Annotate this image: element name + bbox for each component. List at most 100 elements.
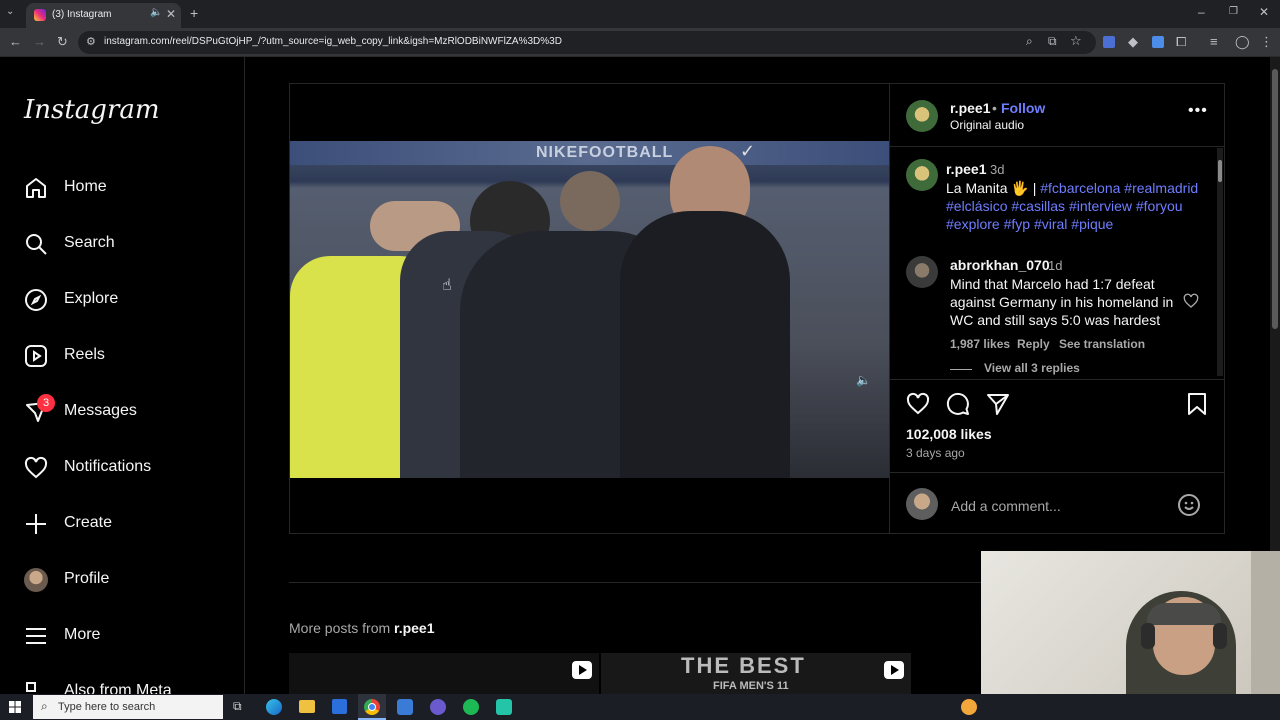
reload-icon[interactable]: ↻ — [57, 34, 68, 50]
extensions-puzzle-icon[interactable]: ⧠ — [1176, 34, 1186, 50]
comments-scroll-thumb[interactable] — [1218, 160, 1222, 182]
like-icon[interactable] — [906, 392, 930, 416]
author-username[interactable]: r.pee1 — [950, 100, 990, 116]
new-tab-icon[interactable]: + — [190, 5, 198, 21]
sidebar-item-search[interactable]: Search — [24, 224, 224, 264]
comment-text: Mind that Marcelo had 1:7 defeat against… — [950, 276, 1174, 328]
file-explorer-icon[interactable] — [299, 700, 315, 713]
follow-button[interactable]: Follow — [1001, 100, 1045, 116]
store-icon[interactable] — [332, 699, 347, 714]
browser-menu-icon[interactable]: ⋮ — [1260, 34, 1273, 50]
caption-avatar[interactable] — [906, 159, 938, 191]
sidebar-item-create[interactable]: Create — [24, 504, 224, 544]
add-comment-input[interactable]: Add a comment... — [951, 498, 1061, 514]
forward-icon[interactable]: → — [33, 34, 46, 49]
tab-title: (3) Instagram — [52, 9, 112, 20]
taskbar-search[interactable]: ⌕ Type here to search — [33, 695, 223, 719]
restore-icon[interactable]: ❐ — [1229, 6, 1238, 17]
browser-tab-bar: ⌄ (3) Instagram 🔈 ✕ + – ❐ ✕ — [0, 0, 1280, 28]
thumbnail-post[interactable] — [289, 653, 599, 694]
reading-list-icon[interactable]: ≡ — [1210, 34, 1218, 49]
site-info-icon[interactable]: ⚙ — [86, 35, 96, 48]
tab-close-icon[interactable]: ✕ — [166, 7, 176, 21]
reel-video[interactable]: NIKEFOOTBALL ✓ 🔈 ☝ — [290, 84, 889, 533]
app-icon[interactable] — [430, 699, 446, 715]
tab-search-icon[interactable]: ⌄ — [6, 6, 14, 17]
install-icon[interactable]: ⧉ — [1048, 34, 1057, 49]
swoosh-icon: ✓ — [740, 141, 756, 161]
likes-count[interactable]: 102,008 likes — [906, 426, 992, 442]
edge-icon[interactable] — [266, 699, 282, 715]
headset-icon — [1213, 623, 1227, 649]
sidebar-item-profile[interactable]: Profile — [24, 560, 224, 600]
emoji-icon[interactable] — [1177, 493, 1201, 517]
post-details-panel: r.pee1 • Follow Original audio ••• r.pee… — [889, 84, 1224, 533]
instagram-logo[interactable]: Instagram — [24, 95, 160, 125]
more-options-icon[interactable]: ••• — [1188, 102, 1208, 120]
banner-text: NIKEFOOTBALL — [536, 144, 674, 161]
tab-audio-icon[interactable]: 🔈 — [150, 7, 162, 18]
thumbnail-title: THE BEST — [681, 653, 806, 678]
sidebar-item-label: Reels — [64, 346, 105, 363]
replies-line — [950, 369, 972, 370]
caption-hashtags[interactable]: #elclásico #casillas #interview #foryou — [946, 198, 1183, 214]
bookmark-star-icon[interactable]: ☆ — [1070, 33, 1082, 49]
view-replies-button[interactable]: View all 3 replies — [984, 361, 1080, 375]
profile-icon[interactable]: ◯ — [1235, 34, 1250, 50]
windows-start-icon[interactable] — [9, 701, 21, 713]
comments-scroll-area[interactable]: r.pee1 3d La Manita 🖐 | #fcbarcelona #re… — [890, 147, 1224, 379]
caption-hashtags[interactable]: #explore #fyp #viral #pique — [946, 216, 1113, 232]
sidebar-item-label: Explore — [64, 290, 119, 307]
address-bar[interactable]: ⚙ instagram.com/reel/DSPuGtOjHP_/?utm_so… — [78, 31, 1096, 54]
caption-username[interactable]: r.pee1 — [946, 161, 986, 177]
heart-icon — [24, 456, 48, 479]
sidebar-item-more[interactable]: More — [24, 616, 224, 656]
sidebar-item-also-from-meta[interactable]: Also from Meta — [24, 672, 224, 694]
sidebar-item-reels[interactable]: Reels — [24, 336, 224, 376]
video-frame: NIKEFOOTBALL ✓ 🔈 — [290, 141, 889, 478]
chrome-taskbar-button[interactable] — [358, 694, 386, 720]
person-cap — [1147, 603, 1221, 625]
reply-button[interactable]: Reply — [1017, 337, 1050, 351]
extension-diamond-icon[interactable]: ◆ — [1128, 34, 1138, 50]
page-scroll-thumb[interactable] — [1272, 69, 1278, 329]
back-icon[interactable]: ← — [9, 34, 22, 49]
menu-icon — [26, 628, 46, 644]
extension-translate-icon[interactable] — [1103, 36, 1115, 48]
thumbnail-post[interactable]: THE BEST FIFA MEN'S 11 — [601, 653, 911, 694]
sidebar-item-label: Profile — [64, 570, 110, 587]
mail-icon[interactable] — [397, 699, 413, 715]
person-figure — [620, 211, 790, 478]
comments-scrollbar[interactable] — [1217, 148, 1223, 376]
window-close-icon[interactable]: ✕ — [1259, 5, 1269, 19]
volume-icon[interactable]: 🔈 — [856, 373, 871, 387]
task-view-icon[interactable]: ⧉ — [233, 699, 242, 714]
share-icon[interactable] — [986, 392, 1010, 416]
comment-username[interactable]: abrorkhan_070 — [950, 257, 1050, 273]
spotify-icon[interactable] — [463, 699, 479, 715]
audio-label[interactable]: Original audio — [950, 118, 1024, 132]
comment-like-icon[interactable] — [1183, 293, 1199, 309]
weather-icon[interactable] — [961, 699, 977, 715]
comment-likes[interactable]: 1,987 likes — [950, 337, 1010, 351]
more-posts-user[interactable]: r.pee1 — [394, 620, 434, 636]
avatar — [24, 568, 48, 592]
extension-blue-icon[interactable] — [1152, 36, 1164, 48]
divider — [890, 472, 1224, 473]
sidebar-item-notifications[interactable]: Notifications — [24, 448, 224, 488]
browser-tab[interactable]: (3) Instagram 🔈 ✕ — [26, 3, 181, 28]
caption-hashtags[interactable]: #fcbarcelona #realmadrid — [1040, 180, 1198, 196]
comment-icon[interactable] — [946, 392, 970, 416]
app-icon[interactable] — [496, 699, 512, 715]
save-icon[interactable] — [1186, 392, 1208, 416]
commenter-avatar[interactable] — [906, 256, 938, 288]
see-translation-button[interactable]: See translation — [1059, 337, 1145, 351]
search-icon: ⌕ — [41, 699, 48, 713]
author-avatar[interactable] — [906, 100, 938, 132]
zoom-icon[interactable]: ⌕ — [1026, 34, 1033, 49]
sidebar-item-messages[interactable]: 3 Messages — [24, 392, 224, 432]
caption-text: La Manita 🖐 | — [946, 180, 1037, 196]
sidebar-item-explore[interactable]: Explore — [24, 280, 224, 320]
minimize-icon[interactable]: – — [1198, 5, 1205, 19]
sidebar-item-home[interactable]: Home — [24, 168, 224, 208]
